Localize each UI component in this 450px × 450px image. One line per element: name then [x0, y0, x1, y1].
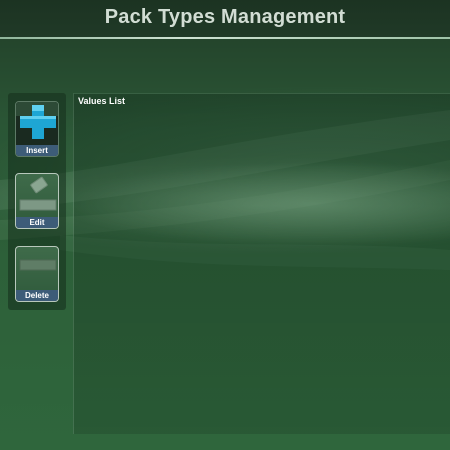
- title-bar: Pack Types Management: [0, 0, 450, 38]
- insert-label: Insert: [16, 145, 58, 156]
- edit-icon: [19, 176, 57, 211]
- title-divider: [0, 37, 450, 39]
- toolbar: Insert Edit Delete: [8, 93, 66, 310]
- values-list-title: Values List: [78, 96, 126, 106]
- delete-label: Delete: [16, 290, 58, 301]
- insert-button[interactable]: Insert: [15, 101, 59, 157]
- edit-button[interactable]: Edit: [15, 173, 59, 229]
- page-title: Pack Types Management: [104, 6, 346, 28]
- delete-button[interactable]: Delete: [15, 246, 59, 302]
- delete-icon: [19, 259, 57, 271]
- values-list-panel: Values List: [73, 93, 450, 434]
- edit-label: Edit: [16, 217, 58, 228]
- plus-icon: [16, 102, 58, 146]
